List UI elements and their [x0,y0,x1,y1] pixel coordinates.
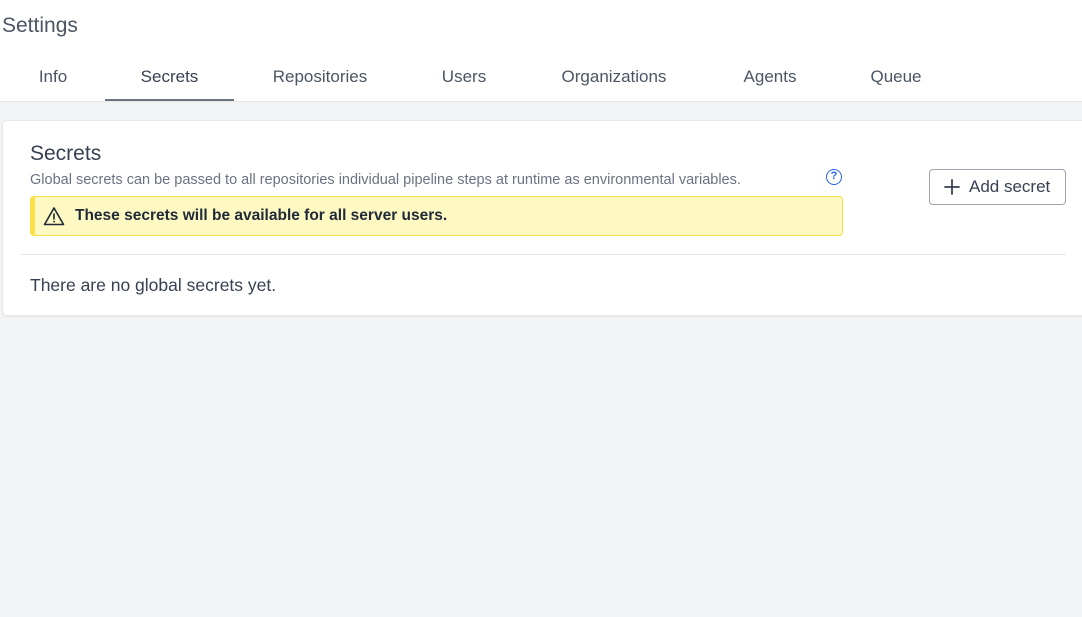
tab-organizations[interactable]: Organizations [540,60,688,99]
warning-text: These secrets will be available for all … [75,207,448,224]
warning-triangle-icon [43,207,65,226]
question-circle-icon[interactable]: ? [826,169,842,185]
tab-agents[interactable]: Agents [722,60,818,99]
tab-users[interactable]: Users [420,60,508,99]
settings-header: Settings Info Secrets Repositories Users… [0,0,1082,102]
panel-title: Secrets [30,142,102,165]
tab-info[interactable]: Info [17,60,89,99]
add-secret-button[interactable]: Add secret [929,169,1066,205]
warning-banner: These secrets will be available for all … [30,196,843,236]
secrets-panel: Secrets Global secrets can be passed to … [2,120,1082,316]
tab-secrets[interactable]: Secrets [105,60,234,101]
tab-queue[interactable]: Queue [850,60,942,99]
tab-repositories[interactable]: Repositories [250,60,390,99]
panel-description: Global secrets can be passed to all repo… [30,172,741,188]
divider [20,254,1066,255]
add-secret-label: Add secret [969,177,1051,196]
plus-icon [944,179,960,195]
page-title: Settings [2,14,78,37]
empty-state-text: There are no global secrets yet. [30,275,277,295]
